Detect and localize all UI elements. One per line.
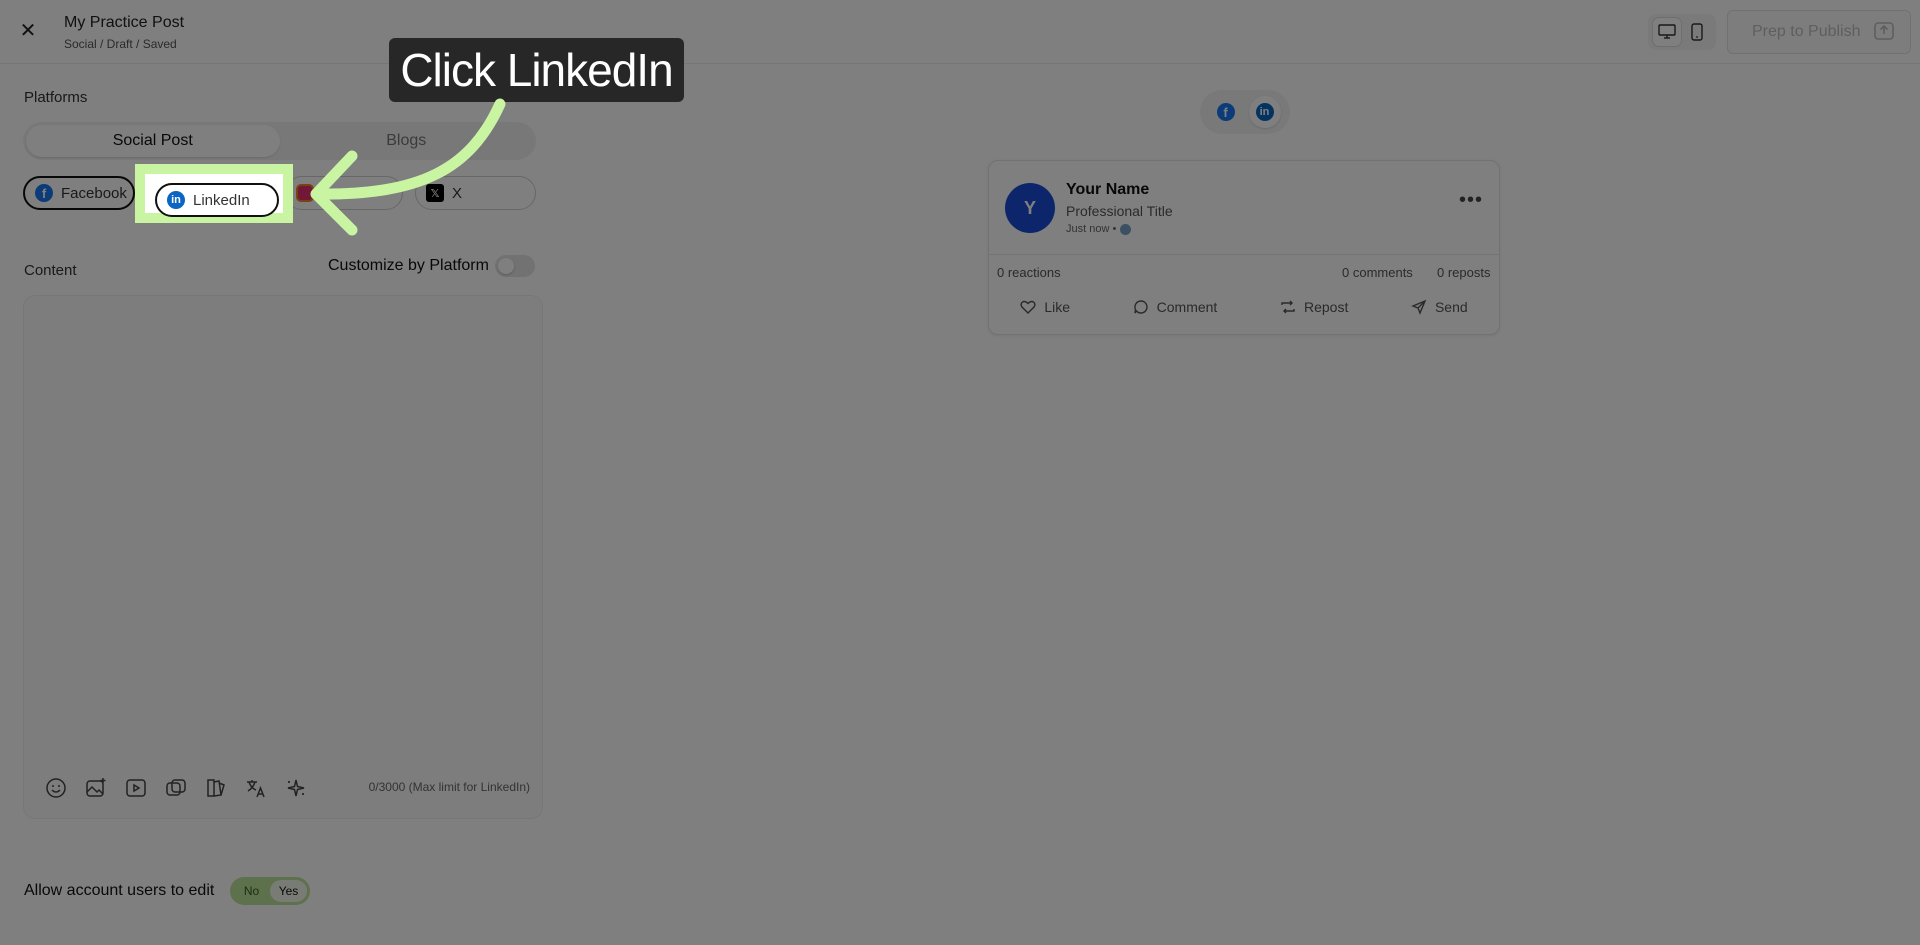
tutorial-arrow-icon [310, 98, 506, 236]
